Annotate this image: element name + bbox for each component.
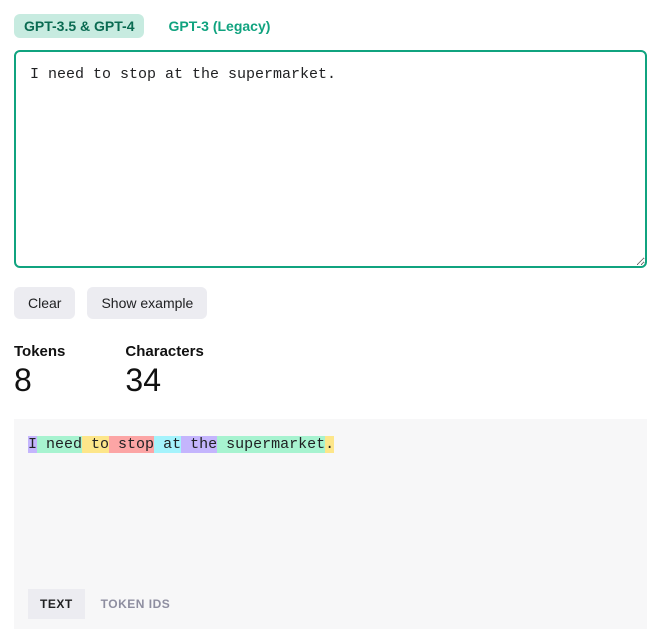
token: need — [37, 436, 82, 453]
token: stop — [109, 436, 154, 453]
chars-label: Characters — [125, 343, 203, 360]
viz-tab-text[interactable]: TEXT — [28, 589, 85, 619]
tab-gpt3-legacy[interactable]: GPT-3 (Legacy) — [158, 14, 280, 38]
token-visualization: I need to stop at the supermarket. TEXT … — [14, 419, 647, 629]
viz-tab-token-ids[interactable]: TOKEN IDS — [89, 589, 183, 619]
token: supermarket — [217, 436, 325, 453]
tokens-label: Tokens — [14, 343, 65, 360]
chars-stat: Characters 34 — [125, 343, 203, 399]
input-container — [14, 50, 647, 273]
stats-row: Tokens 8 Characters 34 — [14, 343, 647, 399]
model-tabs: GPT-3.5 & GPT-4 GPT-3 (Legacy) — [14, 14, 647, 38]
tokens-stat: Tokens 8 — [14, 343, 65, 399]
viz-tabs: TEXT TOKEN IDS — [28, 589, 633, 619]
button-row: Clear Show example — [14, 287, 647, 319]
tab-gpt35-gpt4[interactable]: GPT-3.5 & GPT-4 — [14, 14, 144, 38]
token-line: I need to stop at the supermarket. — [28, 433, 633, 457]
token: the — [181, 436, 217, 453]
show-example-button[interactable]: Show example — [87, 287, 207, 319]
token: I — [28, 436, 37, 453]
clear-button[interactable]: Clear — [14, 287, 75, 319]
token: at — [154, 436, 181, 453]
chars-value: 34 — [125, 362, 203, 399]
token-input[interactable] — [14, 50, 647, 268]
token: to — [82, 436, 109, 453]
token: . — [325, 436, 334, 453]
tokens-value: 8 — [14, 362, 65, 399]
